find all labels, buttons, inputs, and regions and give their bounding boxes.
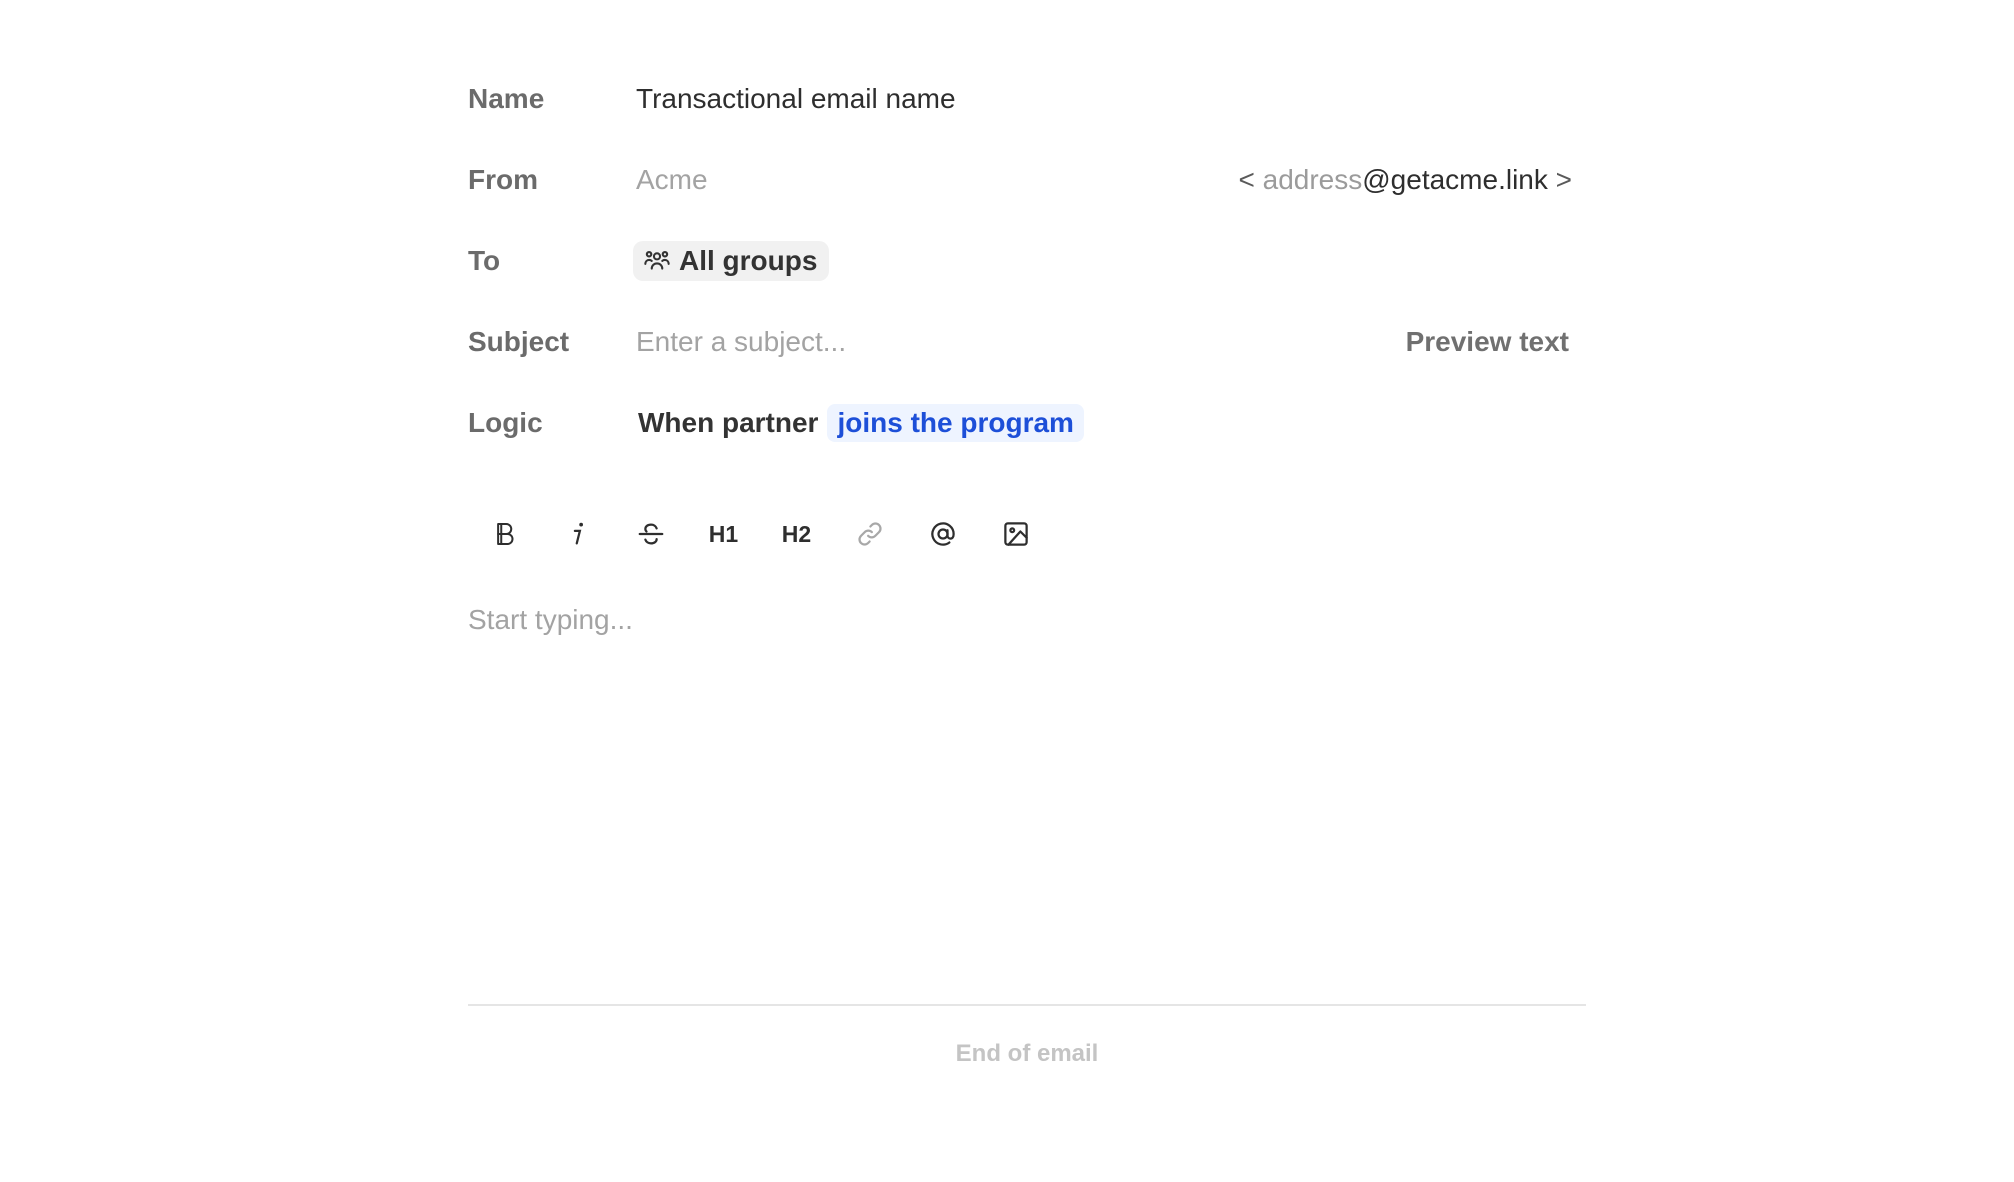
logic-trigger-chip[interactable]: joins the program xyxy=(827,403,1084,442)
to-row: To All groups xyxy=(468,220,1584,301)
end-of-email-label: End of email xyxy=(955,1040,1099,1067)
email-composer: Name From < address@getacme.link > To Al… xyxy=(468,58,1584,463)
name-input[interactable] xyxy=(636,82,1196,115)
italic-button[interactable] xyxy=(541,510,614,558)
mention-button[interactable] xyxy=(906,510,979,558)
users-group-icon xyxy=(644,250,670,270)
link-button[interactable] xyxy=(833,510,906,558)
recipient-group-chip[interactable]: All groups xyxy=(633,240,830,281)
heading-1-button[interactable]: H1 xyxy=(687,510,760,558)
name-label: Name xyxy=(468,82,545,114)
email-body-editor[interactable]: Start typing... xyxy=(468,604,1584,984)
strikethrough-icon xyxy=(638,523,663,545)
sender-address[interactable]: < address@getacme.link > xyxy=(1238,164,1572,196)
link-icon xyxy=(857,522,882,546)
subject-input[interactable] xyxy=(636,325,1196,358)
logic-label: Logic xyxy=(468,406,543,438)
address-open-bracket: < xyxy=(1238,163,1263,195)
at-mention-icon xyxy=(930,522,955,546)
strikethrough-button[interactable] xyxy=(614,510,687,558)
bold-icon xyxy=(496,523,513,545)
address-close-bracket: > xyxy=(1547,163,1572,195)
end-divider xyxy=(468,1004,1586,1006)
italic-icon xyxy=(573,522,583,545)
formatting-toolbar: H1 H2 xyxy=(468,510,1052,558)
name-row: Name xyxy=(468,58,1584,139)
preview-text-button[interactable]: Preview text xyxy=(1406,326,1569,358)
subject-row: Subject Preview text xyxy=(468,301,1584,382)
bold-button[interactable] xyxy=(468,510,541,558)
logic-row: Logic When partner joins the program xyxy=(468,382,1584,463)
from-name-input[interactable] xyxy=(636,163,1196,196)
image-button[interactable] xyxy=(979,510,1052,558)
address-local-input[interactable]: address xyxy=(1263,164,1363,195)
image-icon xyxy=(1003,522,1028,546)
heading-2-button[interactable]: H2 xyxy=(760,510,833,558)
subject-label: Subject xyxy=(468,325,570,357)
recipient-group-label: All groups xyxy=(679,244,818,276)
address-domain: @getacme.link xyxy=(1362,163,1548,195)
from-label: From xyxy=(468,163,538,195)
from-row: From < address@getacme.link > xyxy=(468,139,1584,220)
to-label: To xyxy=(468,244,501,276)
logic-prefix: When partner xyxy=(638,406,819,438)
